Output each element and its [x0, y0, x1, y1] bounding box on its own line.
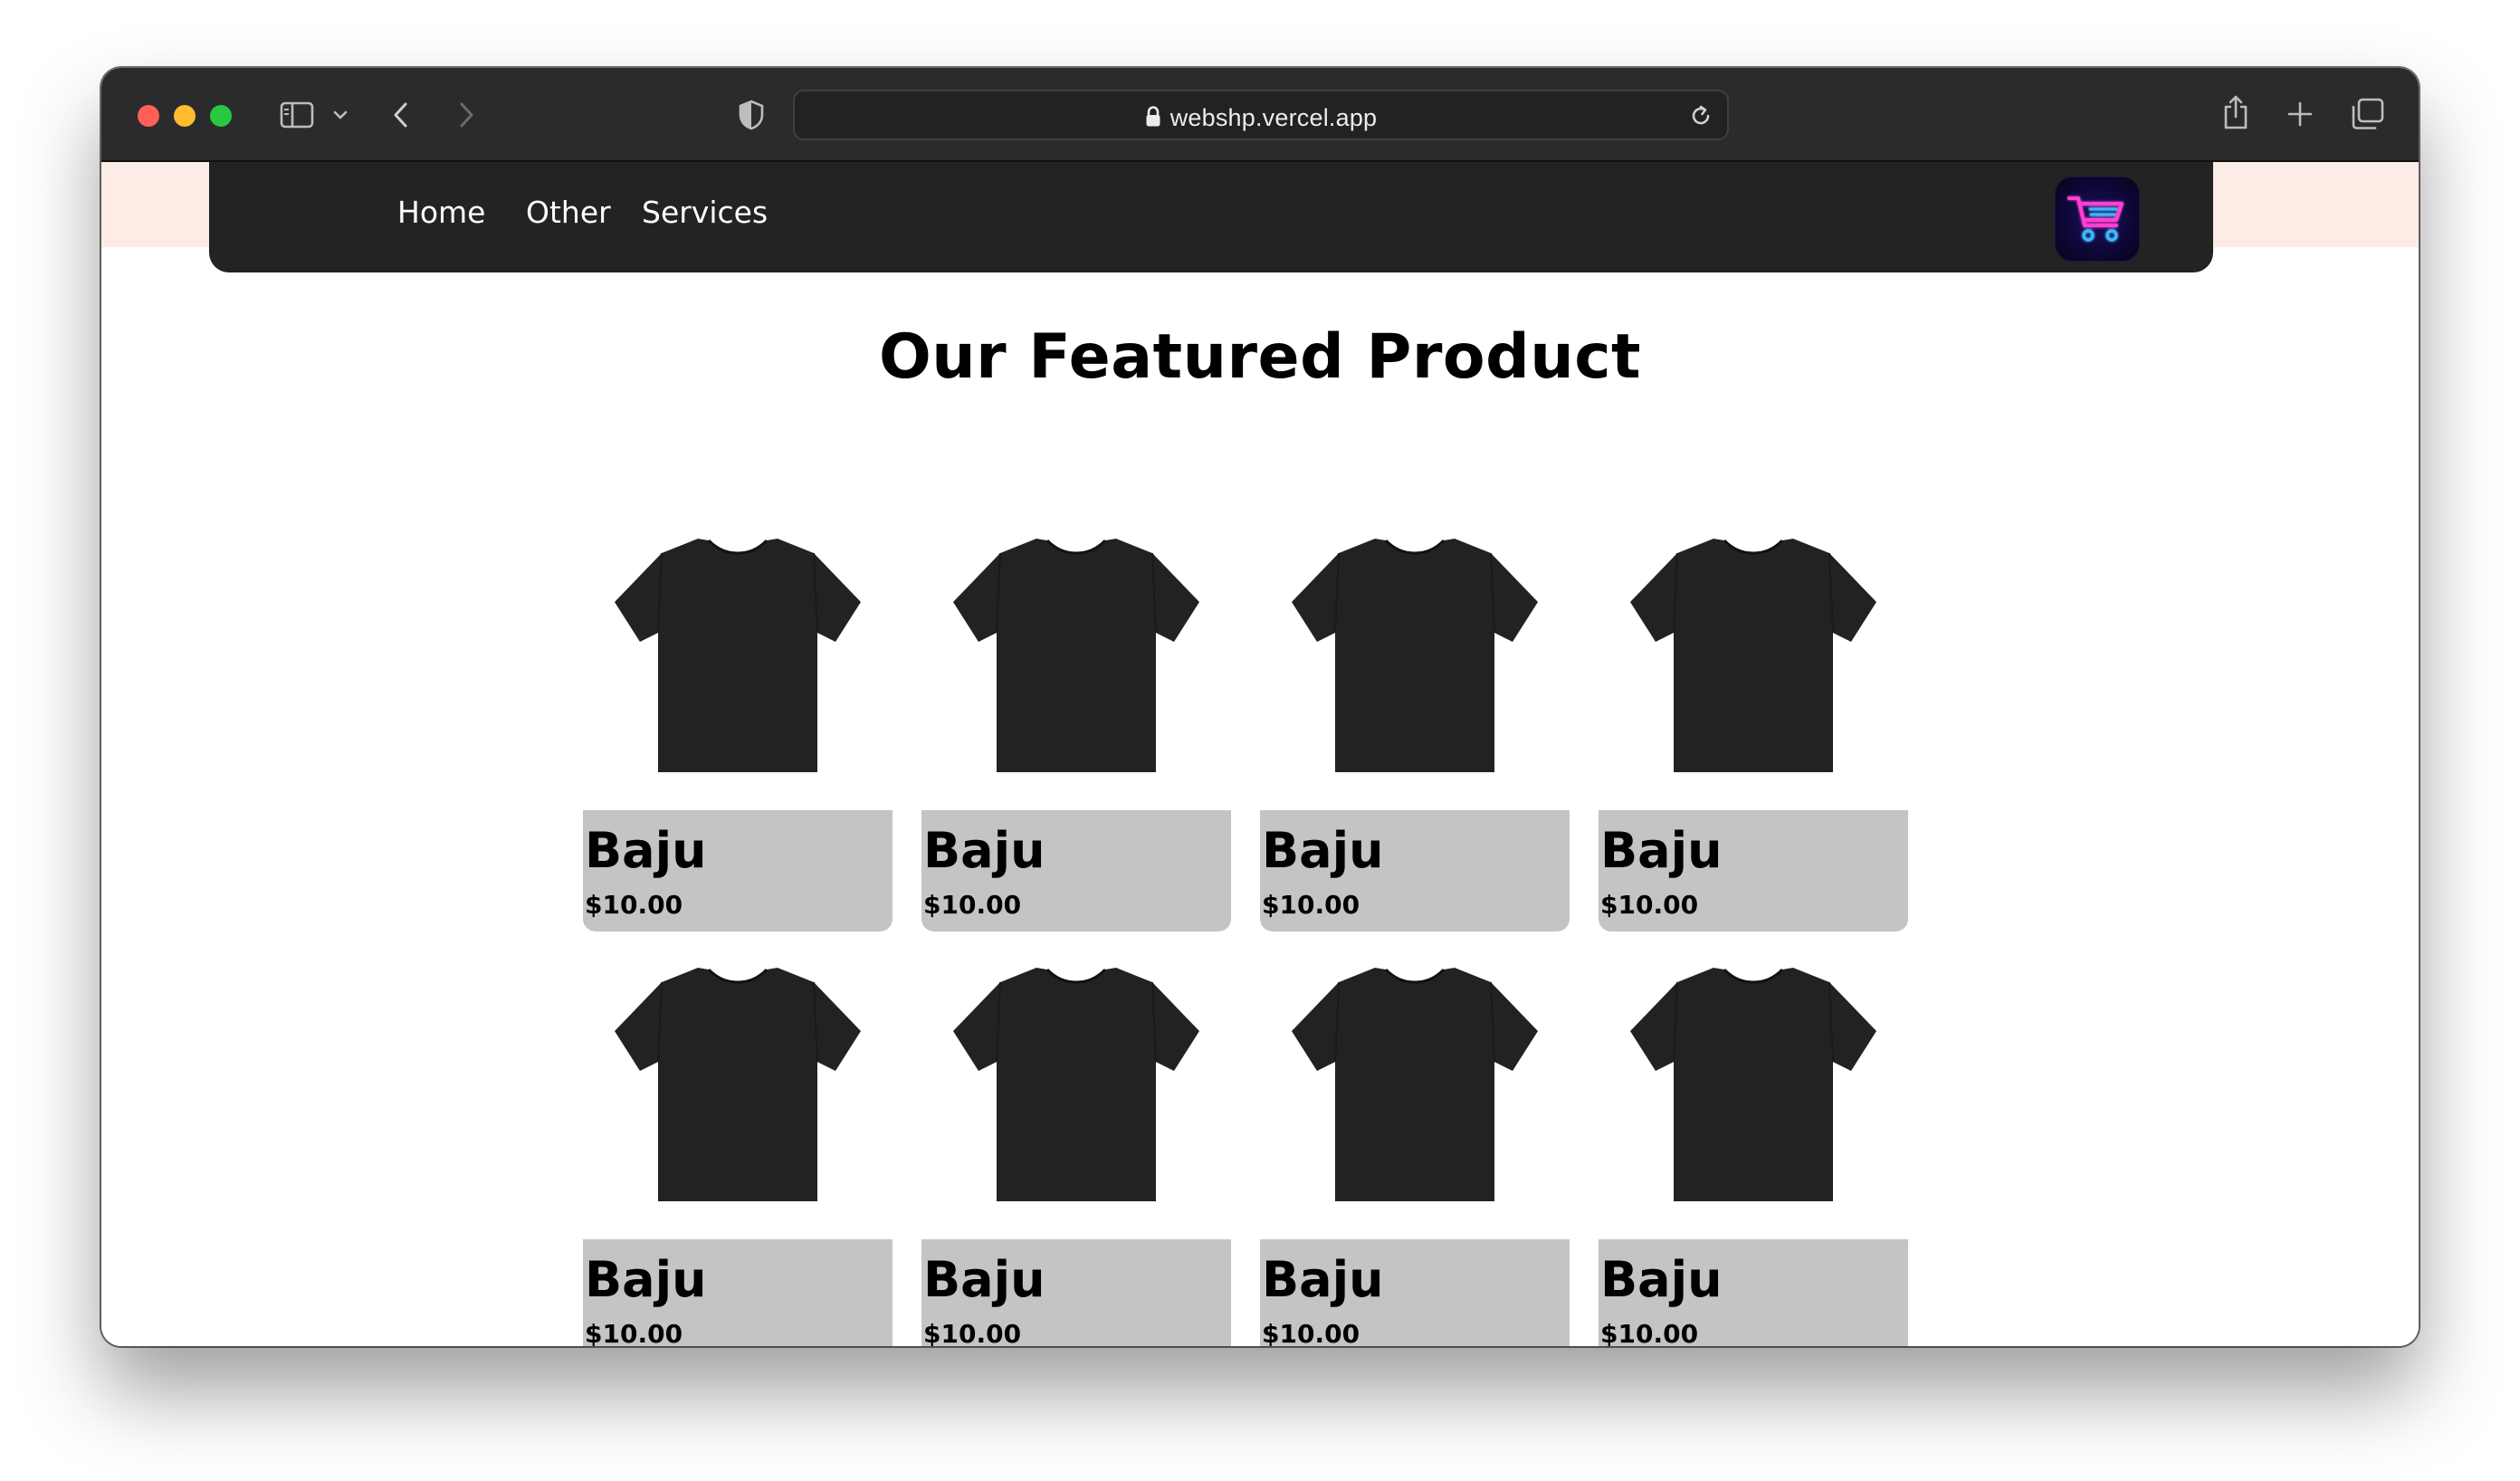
product-name: Baju [923, 1251, 1045, 1308]
product-image [1260, 962, 1570, 1225]
lock-icon [1145, 106, 1161, 134]
web-page: Home Other Services Our Featured Product… [101, 162, 2419, 1346]
page-title: Our Featured Product [878, 321, 1642, 393]
product-price: $10.00 [1600, 1319, 1699, 1346]
product-info: Baju $10.00 [1260, 810, 1570, 932]
nav-link-services[interactable]: Services [642, 195, 768, 230]
site-navbar: Home Other Services [209, 162, 2213, 272]
product-name: Baju [1262, 1251, 1384, 1308]
tshirt-icon [615, 539, 861, 772]
product-card[interactable]: Baju $10.00 [1260, 533, 1570, 946]
product-image [583, 962, 892, 1225]
tshirt-icon [1630, 968, 1876, 1201]
browser-window: webshp.vercel.app Home Other Services Ou… [101, 68, 2419, 1346]
address-bar[interactable]: webshp.vercel.app [793, 90, 1729, 140]
product-card[interactable]: Baju $10.00 [921, 533, 1231, 946]
product-name: Baju [585, 822, 707, 879]
product-price: $10.00 [1600, 890, 1699, 920]
tabs-overview-icon[interactable] [2350, 97, 2386, 131]
nav-link-home[interactable]: Home [397, 195, 485, 230]
product-card[interactable]: Baju $10.00 [583, 533, 892, 946]
tshirt-icon [615, 968, 861, 1201]
product-card[interactable]: Baju $10.00 [583, 962, 892, 1346]
product-price: $10.00 [585, 1319, 683, 1346]
tshirt-icon [953, 539, 1199, 772]
product-price: $10.00 [923, 1319, 1022, 1346]
share-icon[interactable] [2219, 91, 2252, 133]
product-price: $10.00 [923, 890, 1022, 920]
back-arrow-icon[interactable] [387, 97, 415, 133]
tshirt-icon [1292, 539, 1538, 772]
close-window-button[interactable] [138, 105, 159, 127]
url-text: webshp.vercel.app [1169, 104, 1378, 131]
screenshot-stage: webshp.vercel.app Home Other Services Ou… [0, 0, 2520, 1481]
product-name: Baju [1600, 1251, 1723, 1308]
tshirt-icon [1630, 539, 1876, 772]
product-name: Baju [923, 822, 1045, 879]
product-info: Baju $10.00 [583, 1239, 892, 1346]
product-image [583, 533, 892, 796]
product-image [1599, 962, 1908, 1225]
product-info: Baju $10.00 [1599, 1239, 1908, 1346]
product-card[interactable]: Baju $10.00 [1260, 962, 1570, 1346]
browser-toolbar: webshp.vercel.app [101, 68, 2419, 162]
shield-icon[interactable] [735, 97, 768, 133]
product-info: Baju $10.00 [1599, 810, 1908, 932]
product-price: $10.00 [1262, 890, 1360, 920]
tshirt-icon [953, 968, 1199, 1201]
plus-icon[interactable] [2285, 99, 2315, 129]
product-image [1260, 533, 1570, 796]
product-info: Baju $10.00 [583, 810, 892, 932]
product-info: Baju $10.00 [1260, 1239, 1570, 1346]
product-price: $10.00 [1262, 1319, 1360, 1346]
product-image [1599, 533, 1908, 796]
sidebar-icon[interactable] [279, 99, 315, 131]
cart-button[interactable] [2056, 177, 2139, 261]
chevron-down-icon[interactable] [331, 104, 349, 126]
product-card[interactable]: Baju $10.00 [921, 962, 1231, 1346]
product-image [921, 533, 1231, 796]
minimize-window-button[interactable] [174, 105, 196, 127]
product-price: $10.00 [585, 890, 683, 920]
maximize-window-button[interactable] [210, 105, 232, 127]
forward-arrow-icon[interactable] [453, 97, 480, 133]
nav-link-other[interactable]: Other [526, 195, 611, 230]
product-name: Baju [1600, 822, 1723, 879]
cart-icon [2067, 196, 2124, 242]
product-name: Baju [585, 1251, 707, 1308]
product-info: Baju $10.00 [921, 1239, 1231, 1346]
product-info: Baju $10.00 [921, 810, 1231, 932]
reload-icon[interactable] [1687, 102, 1714, 129]
product-image [921, 962, 1231, 1225]
product-card[interactable]: Baju $10.00 [1599, 962, 1908, 1346]
product-name: Baju [1262, 822, 1384, 879]
product-card[interactable]: Baju $10.00 [1599, 533, 1908, 946]
tshirt-icon [1292, 968, 1538, 1201]
